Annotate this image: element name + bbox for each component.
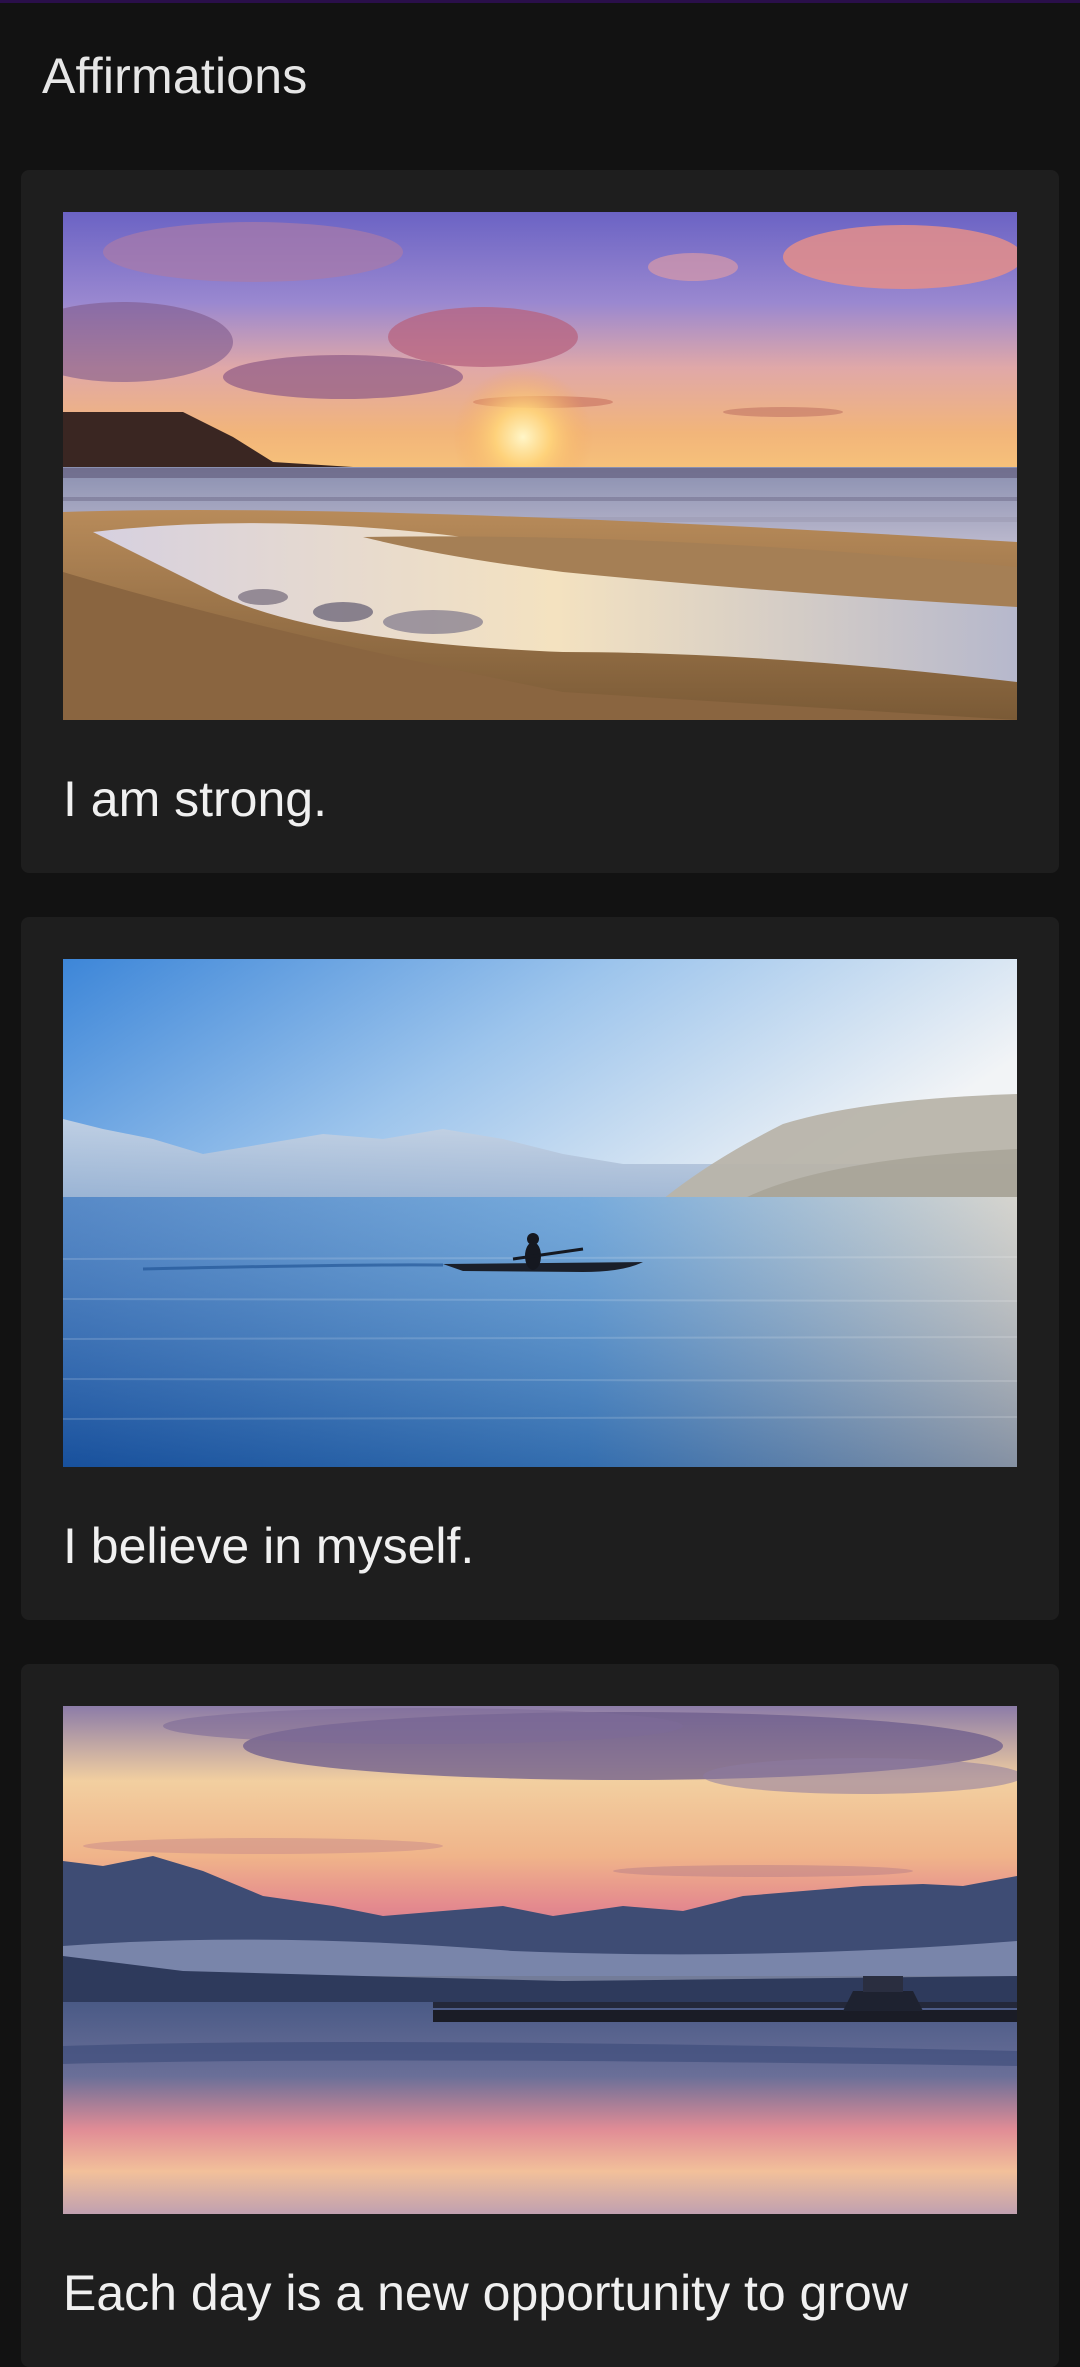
- affirmation-card[interactable]: I am strong.: [21, 170, 1059, 873]
- app-bar: Affirmations: [0, 3, 1080, 148]
- mountain-lake-sunset-image: [63, 1706, 1017, 2214]
- affirmation-text: I am strong.: [63, 771, 327, 827]
- affirmation-card[interactable]: I believe in myself.: [21, 917, 1059, 1620]
- beach-sunset-image: [63, 212, 1017, 720]
- lake-kayaker-image: [63, 959, 1017, 1467]
- affirmation-card[interactable]: Each day is a new opportunity to grow: [21, 1664, 1059, 2367]
- affirmation-text: I believe in myself.: [63, 1518, 475, 1574]
- app-title: Affirmations: [42, 48, 308, 104]
- affirmation-text: Each day is a new opportunity to grow: [63, 2265, 908, 2321]
